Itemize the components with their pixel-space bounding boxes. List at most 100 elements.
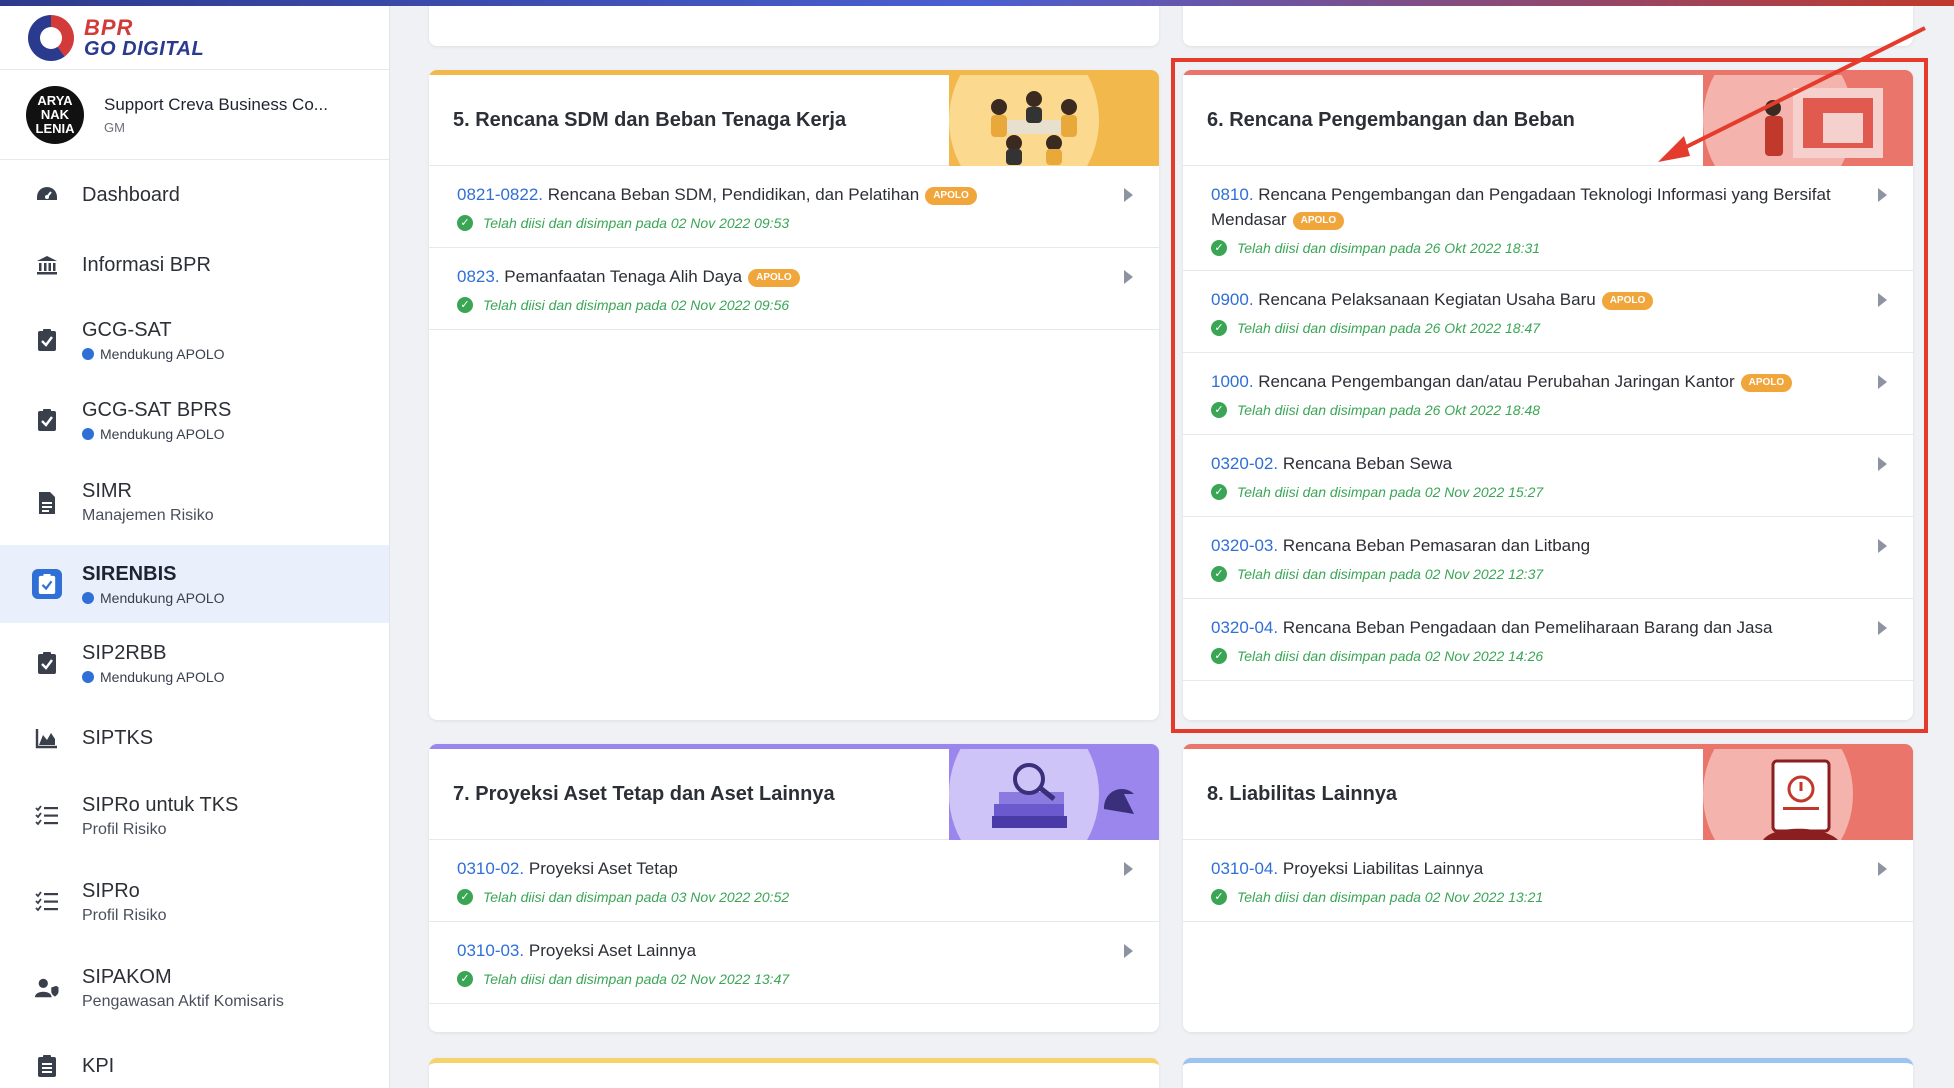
apolo-badge: APOLO: [1740, 374, 1793, 392]
chevron-right-icon[interactable]: [1878, 457, 1887, 471]
sidebar-item-simr[interactable]: SIMR Manajemen Risiko: [0, 460, 389, 545]
check-circle-icon: ✓: [1211, 648, 1227, 664]
status-dot: [82, 591, 94, 604]
check-circle-icon: ✓: [457, 889, 473, 905]
sidebar-item-gcg-sat[interactable]: GCG-SAT Mendukung APOLO: [0, 300, 389, 380]
check-circle-icon: ✓: [1211, 402, 1227, 418]
clipboard-list-icon: [34, 1053, 60, 1079]
sidebar-item-dashboard[interactable]: Dashboard: [0, 160, 389, 230]
list-item[interactable]: 0310-02. Proyeksi Aset Tetap ✓ Telah diis…: [429, 840, 1159, 922]
sidebar-item-siptks[interactable]: SIPTKS: [0, 703, 389, 773]
user-profile[interactable]: ARYA NAK LENIA Support Creva Business Co…: [0, 70, 389, 160]
sidebar-item-label: GCG-SAT BPRS: [82, 398, 232, 421]
checklist-icon: [34, 889, 60, 915]
chevron-right-icon[interactable]: [1878, 375, 1887, 389]
chevron-right-icon[interactable]: [1878, 621, 1887, 635]
status-dot: [82, 427, 94, 440]
brand-line1: BPR: [84, 14, 134, 40]
sidebar-item-label: SIPAKOM: [82, 965, 172, 988]
sidebar-item-sipro-tks[interactable]: SIPRo untuk TKS Profil Risiko: [0, 773, 389, 859]
sidebar-item-sirenbis[interactable]: SIRENBIS Mendukung APOLO: [0, 545, 389, 623]
sidebar-item-sublabel: Manajemen Risiko: [82, 507, 214, 524]
chevron-right-icon[interactable]: [1124, 862, 1133, 876]
clipboard-check-icon: [32, 569, 62, 599]
clipboard-check-icon: [34, 650, 60, 676]
sidebar-item-sipro[interactable]: SIPRo Profil Risiko: [0, 859, 389, 945]
form-code[interactable]: 0320-02.: [1211, 454, 1278, 473]
saved-status: ✓ Telah diisi dan disimpan pada 26 Okt 20…: [1211, 240, 1853, 256]
chevron-right-icon[interactable]: [1124, 188, 1133, 202]
list-item[interactable]: 0810. Rencana Pengembangan dan Pengadaan…: [1183, 166, 1913, 271]
list-item[interactable]: 0320-04. Rencana Beban Pengadaan dan Pem…: [1183, 599, 1913, 681]
list-item[interactable]: 0900. Rencana Pelaksanaan Kegiatan Usaha…: [1183, 271, 1913, 353]
form-title: Rencana Beban Pengadaan dan Pemeliharaan…: [1282, 618, 1773, 637]
apolo-support-badge: Mendukung APOLO: [82, 346, 225, 362]
list-item[interactable]: 0320-03. Rencana Beban Pemasaran dan Lit…: [1183, 517, 1913, 599]
form-code[interactable]: 0821-0822.: [457, 185, 543, 204]
sidebar-item-label: SIP2RBB: [82, 641, 167, 664]
information-document-illustration: [1703, 749, 1913, 840]
sidebar-item-label: SIPRo: [82, 879, 140, 902]
apolo-support-badge: Mendukung APOLO: [82, 669, 225, 685]
status-dot: [82, 347, 94, 360]
brand-logo[interactable]: BPR GO DIGITAL: [0, 6, 389, 70]
sidebar-item-sublabel: Pengawasan Aktif Komisaris: [82, 992, 284, 1010]
list-item[interactable]: 0823. Pemanfaatan Tenaga Alih Daya APOLO …: [429, 248, 1159, 330]
user-shield-icon: [34, 975, 60, 1001]
sidebar-item-kpi[interactable]: KPI: [0, 1031, 389, 1088]
apolo-badge: APOLO: [748, 269, 800, 287]
form-code[interactable]: 0310-03.: [457, 941, 524, 960]
list-item[interactable]: 1000. Rencana Pengembangan dan/atau Peru…: [1183, 353, 1913, 435]
chevron-right-icon[interactable]: [1878, 293, 1887, 307]
saved-status: ✓ Telah diisi dan disimpan pada 02 Nov 20…: [457, 297, 1099, 313]
list-item[interactable]: 0310-04. Proyeksi Liabilitas Lainnya ✓ Te…: [1183, 840, 1913, 922]
sidebar-item-gcg-sat-bprs[interactable]: GCG-SAT BPRS Mendukung APOLO: [0, 380, 389, 460]
form-code[interactable]: 0320-04.: [1211, 618, 1278, 637]
check-circle-icon: ✓: [457, 297, 473, 313]
card-title: 6. Rencana Pengembangan dan Beban: [1207, 109, 1575, 131]
card-partial-bottom-right: [1183, 1058, 1913, 1088]
form-code[interactable]: 0310-02.: [457, 859, 524, 878]
chevron-right-icon[interactable]: [1124, 270, 1133, 284]
check-circle-icon: ✓: [1211, 320, 1227, 336]
form-code[interactable]: 0810.: [1211, 185, 1254, 204]
form-code[interactable]: 0320-03.: [1211, 536, 1278, 555]
form-code[interactable]: 0823.: [457, 267, 500, 286]
logo-icon: [28, 14, 74, 61]
list-item[interactable]: 0320-02. Rencana Beban Sewa ✓ Telah diisi…: [1183, 435, 1913, 517]
apolo-badge: APOLO: [1292, 212, 1345, 230]
sidebar-item-sipakom[interactable]: SIPAKOM Pengawasan Aktif Komisaris: [0, 945, 389, 1031]
card-liabilitas-lainnya: 8. Liabilitas Lainnya 0310-04. Proyeksi …: [1183, 744, 1913, 1032]
form-code[interactable]: 0900.: [1211, 290, 1254, 309]
list-item[interactable]: 0821-0822. Rencana Beban SDM, Pendidikan…: [429, 166, 1159, 248]
form-title: Rencana Pengembangan dan/atau Perubahan …: [1258, 372, 1735, 391]
chevron-right-icon[interactable]: [1878, 862, 1887, 876]
sidebar-item-sip2rbb[interactable]: SIP2RBB Mendukung APOLO: [0, 623, 389, 703]
sidebar-item-informasi-bpr[interactable]: Informasi BPR: [0, 230, 389, 300]
status-dot: [82, 670, 94, 683]
area-chart-icon: [34, 725, 60, 751]
brand-line2: GO DIGITAL: [84, 37, 205, 60]
books-magnifier-illustration: [949, 749, 1159, 840]
form-title: Proyeksi Aset Tetap: [528, 859, 678, 878]
form-title: Pemanfaatan Tenaga Alih Daya: [504, 267, 743, 286]
top-accent-bar: [0, 0, 1954, 6]
chevron-right-icon[interactable]: [1878, 539, 1887, 553]
card-proyeksi-aset: 7. Proyeksi Aset Tetap dan Aset Lainnya …: [429, 744, 1159, 1032]
chevron-right-icon[interactable]: [1124, 944, 1133, 958]
saved-status: ✓ Telah diisi dan disimpan pada 02 Nov 20…: [1211, 648, 1853, 664]
card-title: 5. Rencana SDM dan Beban Tenaga Kerja: [453, 109, 847, 131]
form-code[interactable]: 0310-04.: [1211, 859, 1278, 878]
saved-status: ✓ Telah diisi dan disimpan pada 02 Nov 20…: [457, 971, 1099, 987]
sidebar-nav: Dashboard Informasi BPR GCG-SAT Mendukun…: [0, 160, 389, 1088]
dashboard-gauge-icon: [34, 182, 60, 208]
apolo-badge: APOLO: [1601, 292, 1654, 310]
annotation-arrow-icon: [1658, 26, 1926, 162]
form-code[interactable]: 1000.: [1211, 372, 1254, 391]
list-item[interactable]: 0310-03. Proyeksi Aset Lainnya ✓ Telah di…: [429, 922, 1159, 1004]
form-title: Proyeksi Aset Lainnya: [528, 941, 697, 960]
card-partial-top-left: [429, 0, 1159, 46]
chevron-right-icon[interactable]: [1878, 188, 1887, 202]
sidebar-item-label: GCG-SAT: [82, 318, 172, 341]
check-circle-icon: ✓: [1211, 484, 1227, 500]
